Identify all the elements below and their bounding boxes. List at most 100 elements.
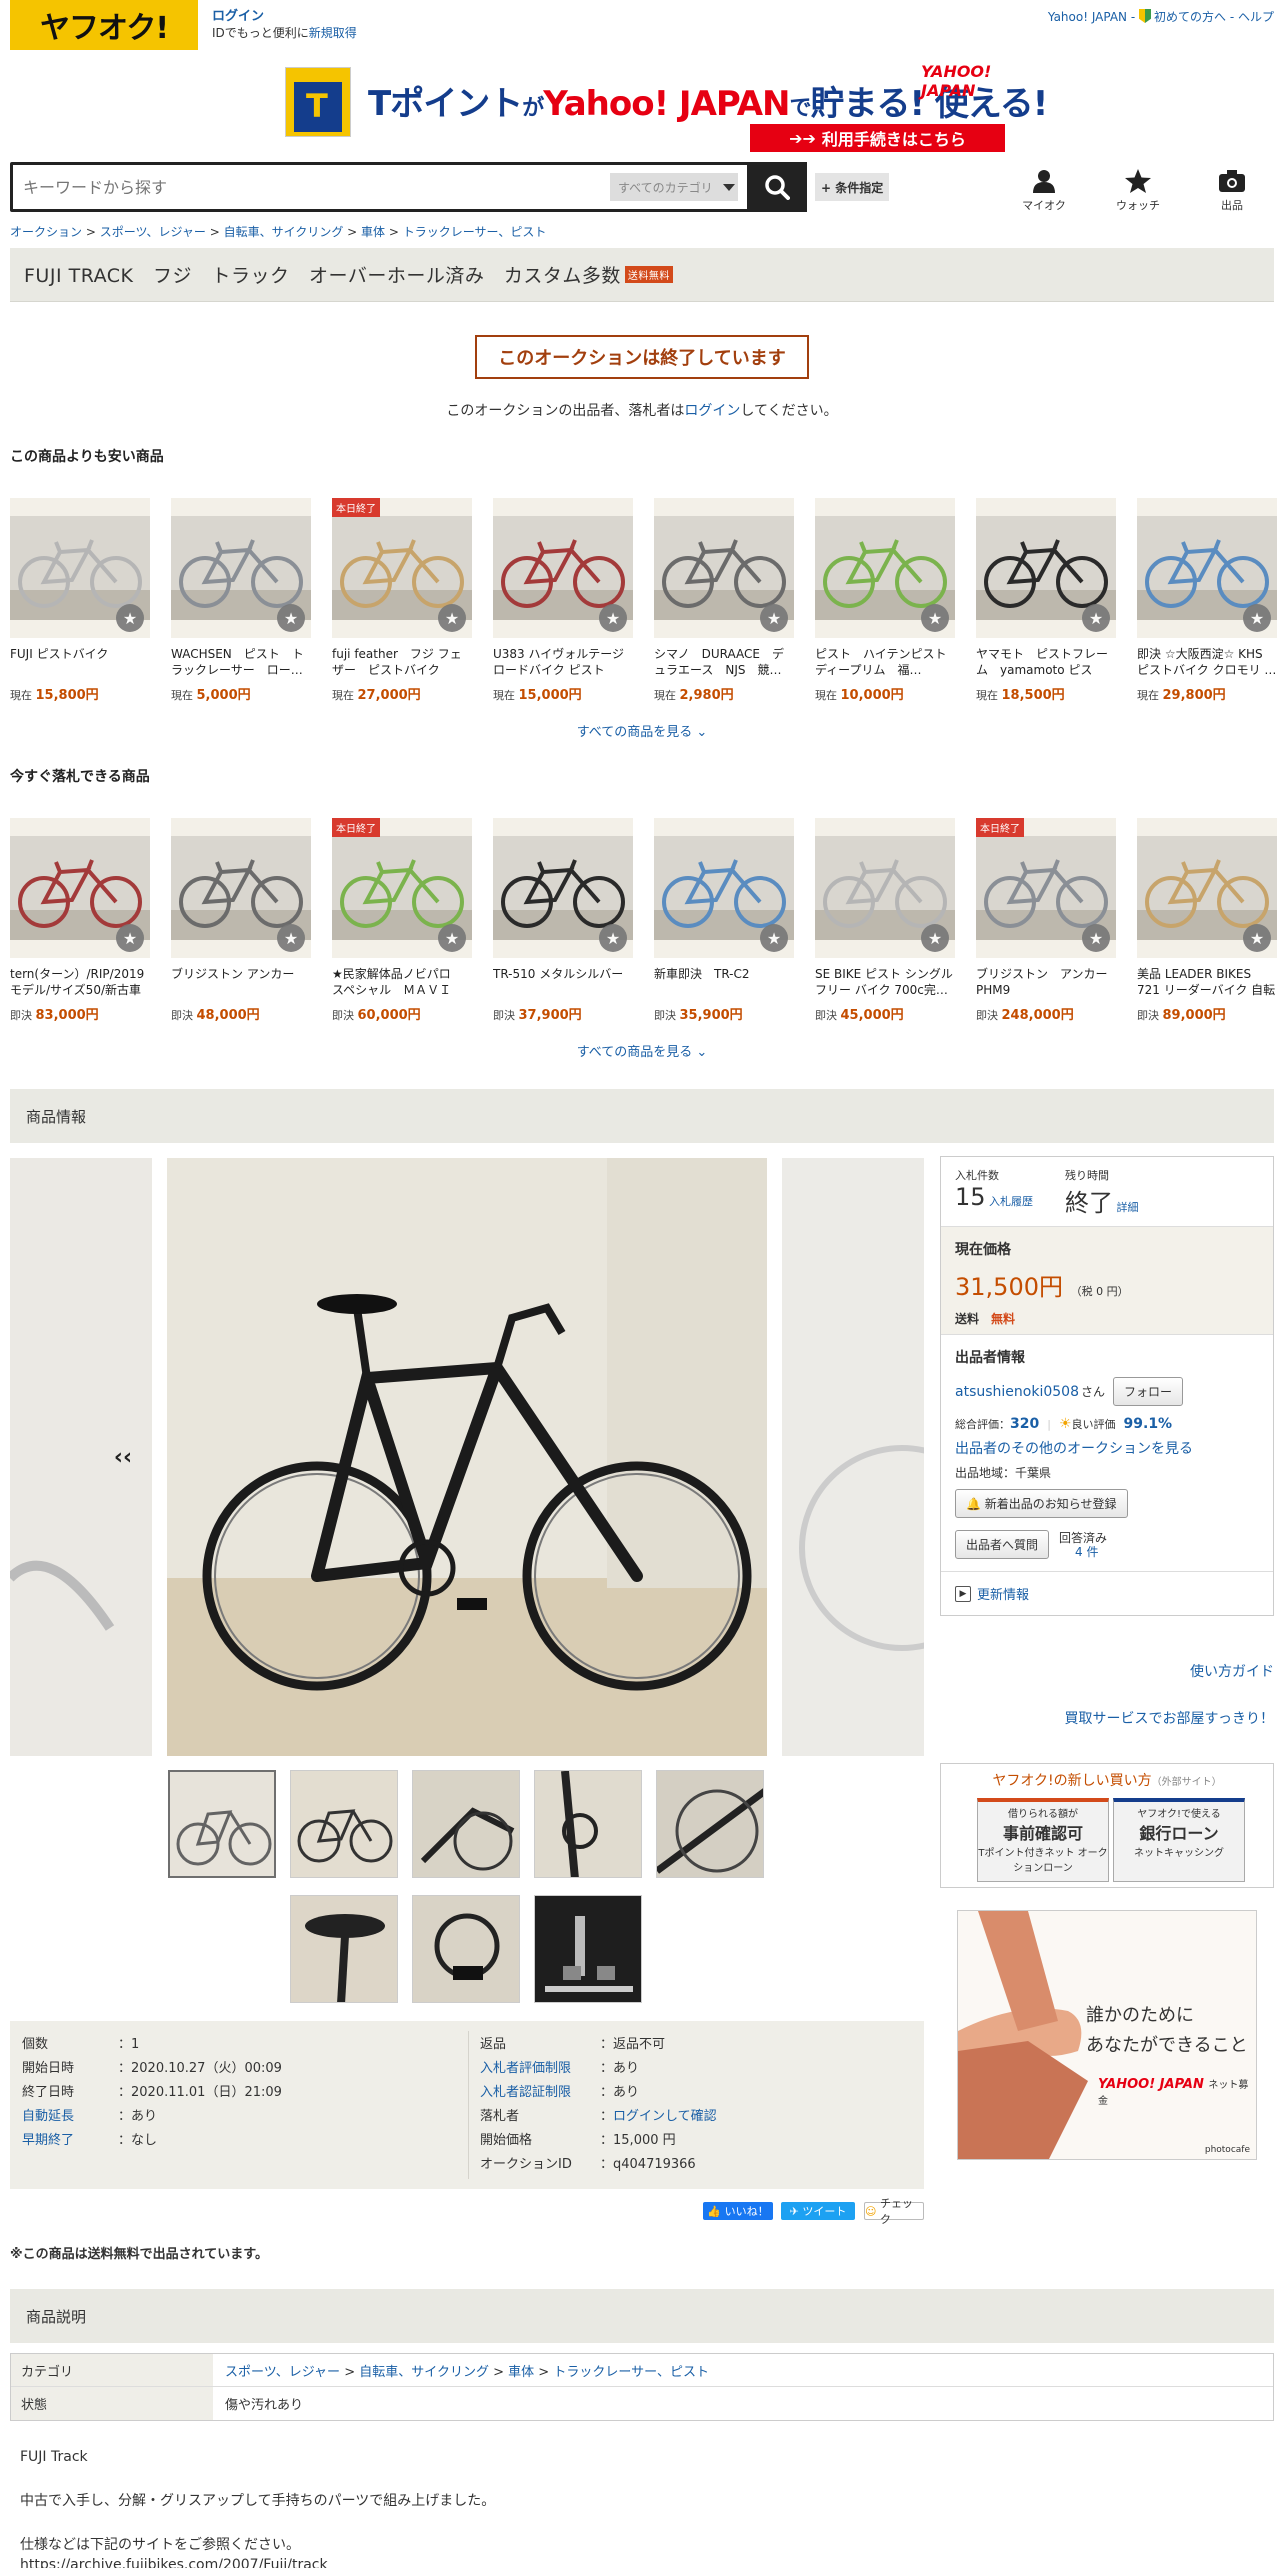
product-card[interactable]: ★ WACHSEN ピスト トラックレーサー ロー… 現在 5,000円 — [171, 498, 311, 703]
category-link[interactable]: 自転車、サイクリング — [359, 2365, 489, 2380]
donation-ad[interactable]: 誰かのために あなたができること YAHOO! JAPAN ネット募金 photo… — [957, 1910, 1257, 2160]
product-thumbnail[interactable]: ★ — [1137, 498, 1277, 638]
watch-star-icon[interactable]: ★ — [921, 924, 949, 952]
sell-link[interactable]: 出品 — [1202, 168, 1262, 213]
watch-star-icon[interactable]: ★ — [760, 604, 788, 632]
prev-arrow-icon[interactable]: ‹‹ — [106, 1440, 140, 1474]
buynow-more-link[interactable]: すべての商品を見る ⌄ — [0, 1041, 1284, 1060]
winner-login-link[interactable]: ログインして確認 — [613, 2109, 717, 2124]
product-thumbnail[interactable]: ★ — [10, 498, 150, 638]
product-card[interactable]: ★ U383 ハイヴォルテージ ロードバイク ピスト 70… 現在 15,000円 — [493, 498, 633, 703]
watch-star-icon[interactable]: ★ — [277, 924, 305, 952]
breadcrumb-item[interactable]: 車体 — [361, 225, 385, 239]
watch-star-icon[interactable]: ★ — [1082, 604, 1110, 632]
product-name[interactable]: fuji feather フジ フェザー ピストバイク サ… — [332, 646, 472, 678]
auto-extend-link[interactable]: 自動延長 — [22, 2105, 118, 2129]
product-name[interactable]: U383 ハイヴォルテージ ロードバイク ピスト 70… — [493, 646, 633, 678]
login-link[interactable]: ログイン — [684, 403, 740, 419]
service-link[interactable]: 買取サービスでお部屋すっきり！ — [1065, 1708, 1274, 1728]
guide-link[interactable]: 使い方ガイド — [1190, 1661, 1274, 1681]
seller-other-link[interactable]: 出品者のその他のオークションを見る — [955, 1438, 1259, 1458]
search-button[interactable] — [747, 162, 807, 212]
product-thumbnail[interactable]: 本日終了 ★ — [976, 818, 1116, 958]
next-image-preview[interactable] — [782, 1158, 1005, 1756]
early-end-link[interactable]: 早期終了 — [22, 2129, 118, 2153]
follow-button[interactable]: フォロー — [1113, 1377, 1184, 1406]
category-select[interactable]: すべてのカテゴリ — [610, 173, 738, 201]
tweet-button[interactable]: ✈ ツイート — [781, 2202, 855, 2220]
product-thumbnail[interactable]: ★ — [654, 818, 794, 958]
thumbnail-6[interactable] — [290, 1895, 398, 2003]
product-name[interactable]: ★民家解体品ノビパロ スペシャル ＭＡＶＩＣ… — [332, 966, 472, 998]
watch-star-icon[interactable]: ★ — [1082, 924, 1110, 952]
product-card[interactable]: 本日終了 ★ ブリジストン アンカー PHM9 即決 248,000円 — [976, 818, 1116, 1023]
watch-star-icon[interactable]: ★ — [116, 604, 144, 632]
breadcrumb-item[interactable]: スポーツ、レジャー — [100, 225, 206, 239]
watch-star-icon[interactable]: ★ — [760, 924, 788, 952]
breadcrumb-item[interactable]: オークション — [10, 225, 82, 239]
yahuoku-logo[interactable]: ヤフオク! — [10, 0, 198, 50]
product-thumbnail[interactable]: ★ — [171, 498, 311, 638]
product-name[interactable]: WACHSEN ピスト トラックレーサー ロー… — [171, 646, 311, 678]
rating-link[interactable]: 320 — [1010, 1416, 1039, 1432]
help-link[interactable]: ヘルプ — [1238, 10, 1274, 24]
product-card[interactable]: ★ ピスト ハイテンピスト ディープリム 福… 現在 10,000円 — [815, 498, 955, 703]
bidder-auth-limit-link[interactable]: 入札者認証制限 — [480, 2081, 600, 2105]
register-link[interactable]: 新規取得 — [309, 26, 357, 40]
bid-history-link[interactable]: 入札履歴 — [989, 1195, 1033, 1208]
product-name[interactable]: 新車即決 TR-C2 — [654, 966, 794, 998]
thumbnail-3[interactable] — [412, 1770, 520, 1878]
watch-star-icon[interactable]: ★ — [438, 924, 466, 952]
thumbnail-5[interactable] — [656, 1770, 764, 1878]
bidder-rating-limit-link[interactable]: 入札者評価制限 — [480, 2057, 600, 2081]
product-card[interactable]: 本日終了 ★ fuji feather フジ フェザー ピストバイク サ… 現在 27… — [332, 498, 472, 703]
product-thumbnail[interactable]: ★ — [654, 498, 794, 638]
product-thumbnail[interactable]: ★ — [815, 818, 955, 958]
tpoint-banner[interactable]: T TポイントがYahoo! JAPANで貯まる! 使える! YAHOO! JA… — [285, 62, 1048, 154]
cheaper-more-link[interactable]: すべての商品を見る ⌄ — [0, 721, 1284, 740]
product-thumbnail[interactable]: ★ — [976, 498, 1116, 638]
product-card[interactable]: 本日終了 ★ ★民家解体品ノビパロ スペシャル ＭＡＶＩＣ… 即決 60,000円 — [332, 818, 472, 1023]
watch-star-icon[interactable]: ★ — [1243, 604, 1271, 632]
breadcrumb-item[interactable]: 自転車、サイクリング — [224, 225, 344, 239]
seller-link[interactable]: atsushienoki0508 — [955, 1384, 1079, 1400]
myauction-link[interactable]: マイオク — [1014, 168, 1074, 213]
search-input[interactable] — [23, 165, 603, 209]
breadcrumb-item[interactable]: トラックレーサー、ピスト — [403, 225, 547, 239]
thumbnail-2[interactable] — [290, 1770, 398, 1878]
watch-star-icon[interactable]: ★ — [116, 924, 144, 952]
product-card[interactable]: ★ 即決 ☆大阪西淀☆ KHS ピストバイク クロモリ … 現在 29,800円 — [1137, 498, 1277, 703]
watch-star-icon[interactable]: ★ — [1243, 924, 1271, 952]
category-link[interactable]: 車体 — [508, 2365, 534, 2380]
watch-star-icon[interactable]: ★ — [599, 604, 627, 632]
thumbnail-1[interactable] — [168, 1770, 276, 1878]
watch-star-icon[interactable]: ★ — [277, 604, 305, 632]
like-button[interactable]: 👍 いいね！ — [703, 2202, 773, 2220]
yahoo-japan-link[interactable]: Yahoo! JAPAN — [1048, 10, 1127, 24]
notify-button[interactable]: 🔔 新着出品のお知らせ登録 — [955, 1489, 1128, 1518]
banner-cta-button[interactable]: ➔➔ 利用手続きはこちら — [750, 124, 1005, 152]
product-thumbnail[interactable]: ★ — [493, 818, 633, 958]
detail-link[interactable]: 詳細 — [1117, 1201, 1139, 1214]
product-card[interactable]: ★ FUJI ピストバイク 現在 15,800円 — [10, 498, 150, 703]
product-name[interactable]: ブリジストン アンカー — [171, 966, 311, 998]
watch-star-icon[interactable]: ★ — [921, 604, 949, 632]
watch-star-icon[interactable]: ★ — [599, 924, 627, 952]
conditions-button[interactable]: + 条件指定 — [815, 173, 890, 201]
product-card[interactable]: ★ TR-510 メタルシルバー 即決 37,900円 — [493, 818, 633, 1023]
product-card[interactable]: ★ 美品 LEADER BIKES 721 リーダーバイク 自転車 … 即決 89,… — [1137, 818, 1277, 1023]
product-name[interactable]: 美品 LEADER BIKES 721 リーダーバイク 自転車 … — [1137, 966, 1277, 998]
description-url[interactable]: https://archive.fujibikes.com/2007/Fuji/… — [20, 2554, 328, 2568]
main-product-image[interactable] — [167, 1158, 767, 1756]
product-name[interactable]: ピスト ハイテンピスト ディープリム 福… — [815, 646, 955, 678]
login-link[interactable]: ログイン — [212, 9, 264, 24]
product-thumbnail[interactable]: ★ — [10, 818, 150, 958]
product-name[interactable]: SE BIKE ピスト シングルフリー バイク 700c完… — [815, 966, 955, 998]
thumbnail-4[interactable] — [534, 1770, 642, 1878]
product-thumbnail[interactable]: 本日終了 ★ — [332, 498, 472, 638]
product-thumbnail[interactable]: ★ — [1137, 818, 1277, 958]
product-name[interactable]: ヤマモト ピストフレーム yamamoto ピスト… — [976, 646, 1116, 678]
thumbnail-8[interactable] — [534, 1895, 642, 2003]
watch-link[interactable]: ウォッチ — [1108, 168, 1168, 213]
question-button[interactable]: 出品者へ質問 — [955, 1530, 1050, 1559]
